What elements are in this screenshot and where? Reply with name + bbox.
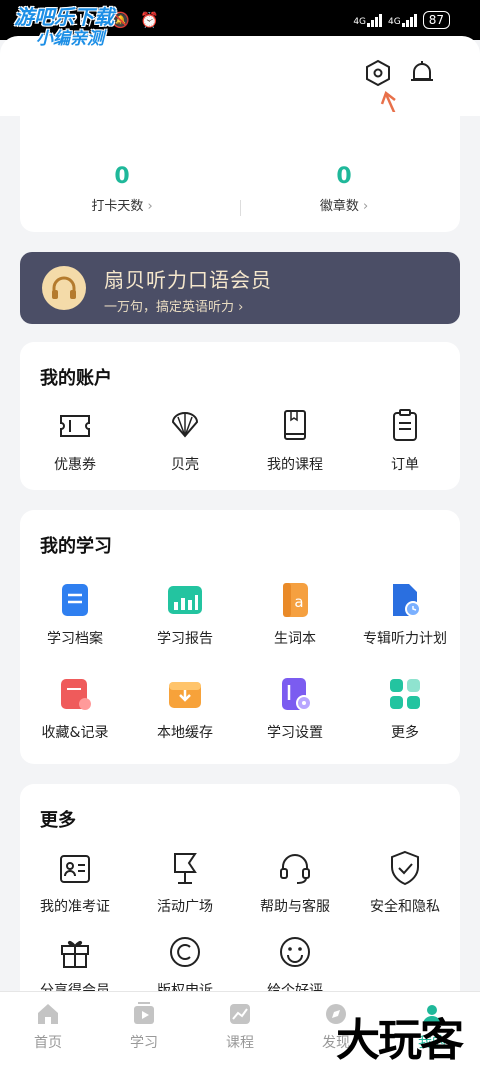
tab-home[interactable]: 首页	[0, 1000, 96, 1052]
my-courses-item[interactable]: 我的课程	[240, 406, 350, 474]
rate-us-item[interactable]: 给个好评	[240, 932, 350, 1000]
item-label: 活动广场	[157, 899, 213, 915]
study-settings-icon	[275, 674, 315, 714]
settings-icon[interactable]	[364, 58, 392, 88]
book-icon	[275, 406, 315, 446]
item-label: 学习设置	[267, 725, 323, 741]
site-watermark: 游吧乐下载 小编亲测	[14, 6, 114, 50]
bell-icon[interactable]	[408, 58, 436, 88]
smile-icon	[275, 932, 315, 972]
ticket-icon	[55, 406, 95, 446]
tab-label: 首页	[34, 1035, 62, 1051]
listening-plan-item[interactable]: 专辑听力计划	[350, 580, 460, 648]
item-label: 生词本	[274, 631, 316, 647]
clipboard-icon	[385, 406, 425, 446]
stat-label: 打卡天数	[42, 195, 202, 214]
item-label: 学习报告	[157, 631, 213, 647]
study-archive-item[interactable]: 学习档案	[20, 580, 130, 648]
shell-icon	[165, 406, 205, 446]
section-title: 我的学习	[40, 536, 112, 557]
item-label: 安全和隐私	[370, 899, 440, 915]
section-title: 我的账户	[40, 368, 112, 389]
section-title: 更多	[40, 810, 76, 831]
tab-label: 学习	[130, 1035, 158, 1051]
study-report-item[interactable]: 学习报告	[130, 580, 240, 648]
signal-icon: 4G	[353, 13, 383, 27]
home-icon	[34, 1000, 62, 1028]
grid-more-icon	[385, 674, 425, 714]
tab-study[interactable]: 学习	[96, 1000, 192, 1052]
my-study-card: 我的学习 学习档案 学习报告 a 生词本 专辑听力计划 收藏&记录 本地缓存 学…	[20, 510, 460, 764]
item-label: 我的准考证	[40, 899, 110, 915]
stat-divider	[240, 200, 241, 216]
item-label: 学习档案	[47, 631, 103, 647]
stat-label: 徽章数	[264, 195, 424, 214]
item-label: 贝壳	[171, 457, 199, 473]
item-label: 专辑听力计划	[363, 631, 447, 647]
item-label: 本地缓存	[157, 725, 213, 741]
play-icon	[130, 1000, 158, 1028]
local-cache-item[interactable]: 本地缓存	[130, 674, 240, 742]
shield-icon	[385, 848, 425, 888]
battery-indicator: 87	[422, 11, 450, 29]
orders-item[interactable]: 订单	[350, 406, 460, 474]
security-privacy-item[interactable]: 安全和隐私	[350, 848, 460, 916]
chart-icon	[226, 1000, 254, 1028]
gift-icon	[55, 932, 95, 972]
stat-value: 0	[114, 164, 130, 189]
signal-icon-2: 4G	[388, 13, 417, 27]
item-label: 订单	[391, 457, 419, 473]
item-label: 优惠券	[54, 457, 96, 473]
corner-watermark: 大玩客	[336, 1015, 464, 1066]
item-label: 帮助与客服	[260, 899, 330, 915]
help-service-item[interactable]: 帮助与客服	[240, 848, 350, 916]
vip-banner[interactable]: 扇贝听力口语会员 一万句，搞定英语听力 ›	[20, 252, 460, 324]
shell-item[interactable]: 贝壳	[130, 406, 240, 474]
alarm-icon: ⏰	[140, 11, 159, 29]
item-label: 我的课程	[267, 457, 323, 473]
vocabulary-icon: a	[275, 580, 315, 620]
checkin-days-stat[interactable]: 0 打卡天数	[42, 164, 202, 214]
coupon-item[interactable]: 优惠券	[20, 406, 130, 474]
more-study-item[interactable]: 更多	[350, 674, 460, 742]
svg-text:a: a	[294, 593, 303, 611]
activity-square-item[interactable]: 活动广场	[130, 848, 240, 916]
watermark-line2: 小编亲测	[36, 29, 104, 49]
vocabulary-item[interactable]: a 生词本	[240, 580, 350, 648]
plan-icon	[385, 580, 425, 620]
copyright-icon	[165, 932, 205, 972]
copyright-item[interactable]: 版权申诉	[130, 932, 240, 1000]
headphones-icon	[42, 266, 86, 310]
tab-courses[interactable]: 课程	[192, 1000, 288, 1052]
vip-subtitle: 一万句，搞定英语听力 ›	[104, 300, 244, 315]
study-settings-item[interactable]: 学习设置	[240, 674, 350, 742]
more-card: 更多 我的准考证 活动广场 帮助与客服 安全和隐私 分享得会员 版权申诉	[20, 784, 460, 1024]
stats-card: 0 打卡天数 0 徽章数	[20, 112, 460, 232]
vip-title: 扇贝听力口语会员	[104, 268, 272, 292]
tab-label: 课程	[226, 1035, 254, 1051]
badges-stat[interactable]: 0 徽章数	[264, 164, 424, 214]
favorites-item[interactable]: 收藏&记录	[20, 674, 130, 742]
archive-icon	[55, 580, 95, 620]
favorite-icon	[55, 674, 95, 714]
report-chart-icon	[165, 580, 205, 620]
stat-value: 0	[336, 164, 352, 189]
download-icon	[165, 674, 205, 714]
watermark-line1: 游吧乐下载	[14, 5, 114, 29]
headset-icon	[275, 848, 315, 888]
flag-icon	[165, 848, 205, 888]
item-label: 更多	[391, 725, 419, 741]
share-member-item[interactable]: 分享得会员	[20, 932, 130, 1000]
exam-ticket-item[interactable]: 我的准考证	[20, 848, 130, 916]
mute-icon: 🔕	[111, 11, 131, 29]
item-label: 收藏&记录	[41, 725, 109, 741]
my-account-card: 我的账户 优惠券 贝壳 我的课程 订单	[20, 342, 460, 490]
id-card-icon	[55, 848, 95, 888]
